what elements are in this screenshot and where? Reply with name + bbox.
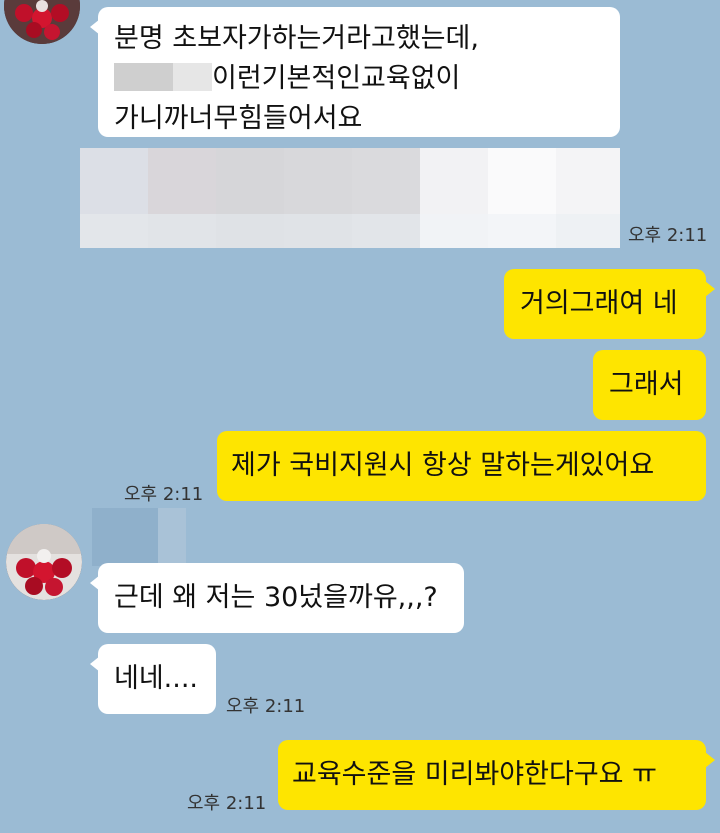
outgoing-message-2[interactable]: 그래서 bbox=[593, 350, 706, 420]
pixelated-image bbox=[80, 148, 620, 248]
outgoing-message-3[interactable]: 제가 국비지원시 항상 말하는게있어요 bbox=[217, 431, 706, 501]
timestamp-4: 오후 2:11 bbox=[187, 793, 267, 814]
outgoing-message-1[interactable]: 거의그래여 네 bbox=[504, 269, 715, 339]
timestamp-1: 오후 2:11 bbox=[628, 225, 708, 246]
message-1-line-3: 가니까너무힘들어서요 bbox=[114, 103, 363, 134]
incoming-message-1[interactable]: 분명 초보자가하는거라고했는데, 이런기본적인교육없이 가니까너무힘들어서요 bbox=[90, 7, 620, 137]
redacted-sender-name bbox=[92, 508, 186, 566]
message-1-line-1: 분명 초보자가하는거라고했는데, bbox=[114, 23, 479, 54]
timestamp-3: 오후 2:11 bbox=[226, 696, 306, 717]
rose-bouquet-icon bbox=[6, 524, 82, 600]
blurred-image-attachment[interactable] bbox=[80, 148, 620, 248]
rose-bouquet-icon bbox=[4, 0, 80, 44]
timestamp-2: 오후 2:11 bbox=[124, 484, 204, 505]
sender-avatar-top[interactable] bbox=[4, 0, 80, 44]
sender-avatar[interactable] bbox=[6, 524, 82, 600]
incoming-message-3[interactable]: 네네.... bbox=[90, 644, 216, 714]
redacted-name bbox=[114, 63, 212, 91]
outgoing-message-4[interactable]: 교육수준을 미리봐야한다구요 ㅠ bbox=[278, 740, 715, 810]
incoming-message-2[interactable]: 근데 왜 저는 30넜을까유,,,? bbox=[90, 563, 464, 633]
message-1-line-2: 이런기본적인교육없이 bbox=[114, 59, 604, 99]
